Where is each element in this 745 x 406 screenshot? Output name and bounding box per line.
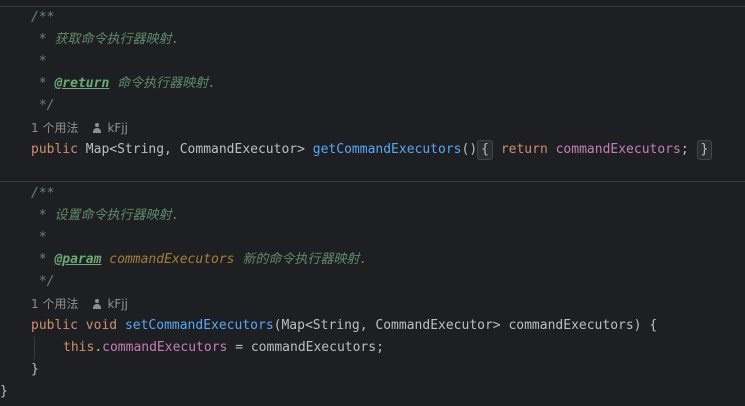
semicolon: ; (680, 142, 689, 157)
method-close-brace: } (31, 362, 39, 377)
method-separator (0, 181, 745, 182)
code-editor[interactable]: /** * 获取命令执行器映射. * * @return 命令执行器映射. */… (0, 0, 745, 406)
javadoc-description-2: * 设置命令执行器映射. (31, 208, 180, 223)
public-keyword: public (31, 142, 78, 157)
param-tag[interactable]: @param (54, 252, 101, 267)
setter-method-name[interactable]: setCommandExecutors (125, 318, 274, 333)
fold-open-brace[interactable]: { (477, 140, 493, 160)
this-keyword: this (63, 340, 95, 355)
return-tag[interactable]: @return (54, 76, 109, 91)
return-type: Map<String, CommandExecutor> (77, 142, 313, 157)
code-vision-hint-2[interactable]: 1 个用法 kFjj (31, 293, 128, 315)
dot: . (94, 340, 103, 355)
return-keyword: return (500, 142, 548, 157)
void-keyword: void (85, 318, 118, 333)
javadoc-description: * 获取命令执行器映射. (31, 32, 180, 47)
return-text: 命令执行器映射. (109, 76, 216, 91)
javadoc-open-2: /** (31, 186, 55, 201)
javadoc-prefix-2: * (31, 252, 55, 267)
getter-method-name[interactable]: getCommandExecutors (313, 142, 462, 157)
setter-signature: public void setCommandExecutors(Map<Stri… (31, 315, 657, 337)
person-icon (92, 123, 102, 133)
javadoc-prefix: * (31, 76, 55, 91)
setter-body: this.commandExecutors = commandExecutors… (63, 337, 384, 359)
assignment: = commandExecutors; (227, 340, 384, 355)
class-close-brace: } (0, 384, 8, 399)
getter-signature: public Map<String, CommandExecutor> getC… (31, 139, 713, 161)
usage-count-2[interactable]: 1 个用法 (31, 297, 78, 311)
field-assign-target[interactable]: commandExecutors (102, 340, 227, 355)
code-vision-hint[interactable]: 1 个用法 kFjj (31, 117, 128, 139)
javadoc-close: */ (31, 98, 55, 113)
indent-guide (34, 337, 35, 359)
field-ref[interactable]: commandExecutors (556, 142, 681, 157)
fold-close-brace[interactable]: } (696, 140, 713, 160)
person-icon (92, 299, 102, 309)
param-name[interactable]: commandExecutors (109, 252, 234, 267)
javadoc-param-line: * @param commandExecutors 新的命令执行器映射. (31, 249, 367, 271)
separator-line (0, 6, 745, 7)
author-name-2[interactable]: kFjj (107, 297, 128, 311)
public-keyword-2: public (31, 318, 78, 333)
javadoc-return-line: * @return 命令执行器映射. (31, 73, 216, 95)
javadoc-open: /** (31, 10, 55, 25)
javadoc-blank-2: * (31, 230, 47, 245)
param-text: 新的命令执行器映射. (234, 252, 368, 267)
javadoc-close-2: */ (31, 274, 55, 289)
setter-params: (Map<String, CommandExecutor> commandExe… (273, 318, 658, 333)
parens: () (461, 142, 478, 157)
javadoc-blank: * (31, 54, 47, 69)
author-name[interactable]: kFjj (107, 121, 128, 135)
usage-count[interactable]: 1 个用法 (31, 121, 78, 135)
